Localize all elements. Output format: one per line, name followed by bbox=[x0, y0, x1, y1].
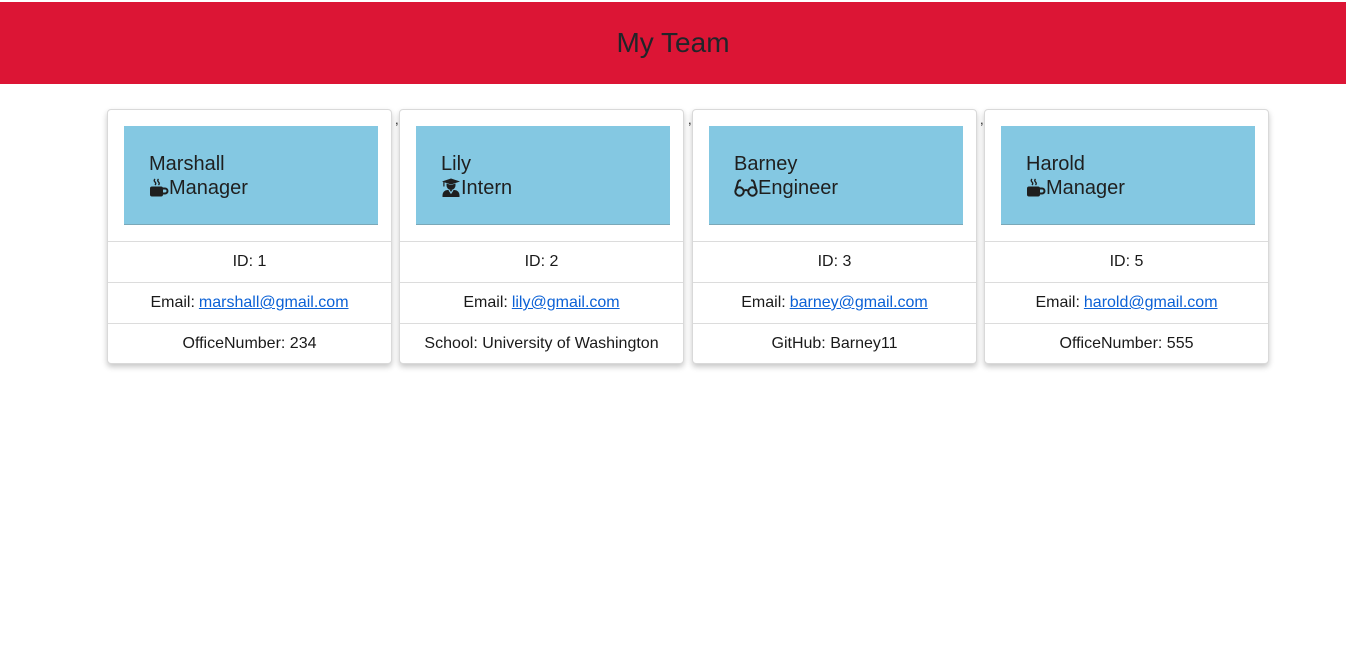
employee-role: Manager bbox=[149, 176, 378, 200]
card-header: Lily Intern bbox=[416, 126, 670, 225]
employee-id: ID: 5 bbox=[985, 241, 1268, 282]
employee-name: Marshall bbox=[149, 153, 225, 175]
employee-office-number: OfficeNumber: 555 bbox=[985, 323, 1268, 364]
employee-email-row: Email: barney@gmail.com bbox=[693, 282, 976, 323]
glasses-icon bbox=[734, 178, 758, 198]
employee-github: GitHub: Barney11 bbox=[693, 323, 976, 364]
employee-details: ID: 3 Email: barney@gmail.com GitHub: Ba… bbox=[693, 241, 976, 364]
employee-card: Marshall Manager ID: 1 Email: marshall@g… bbox=[107, 109, 392, 364]
card-header: Harold Manager bbox=[1001, 126, 1255, 225]
email-label: Email: bbox=[150, 294, 195, 311]
employee-id: ID: 2 bbox=[400, 241, 683, 282]
employee-card: Lily Intern ID: 2 Email: lily@gmail.com … bbox=[399, 109, 684, 364]
employee-name: Lily bbox=[441, 153, 472, 175]
employee-email-link[interactable]: lily@gmail.com bbox=[512, 294, 620, 312]
employee-email-link[interactable]: marshall@gmail.com bbox=[199, 294, 349, 312]
user-graduate-icon bbox=[441, 178, 461, 198]
employee-details: ID: 1 Email: marshall@gmail.com OfficeNu… bbox=[108, 241, 391, 364]
employee-role-label: Engineer bbox=[758, 177, 839, 199]
mug-hot-icon bbox=[1026, 178, 1046, 198]
page-title: My Team bbox=[616, 27, 730, 58]
employee-email-row: Email: marshall@gmail.com bbox=[108, 282, 391, 323]
employee-role: Engineer bbox=[734, 176, 963, 200]
employee-office-number: OfficeNumber: 234 bbox=[108, 323, 391, 364]
employee-email-link[interactable]: barney@gmail.com bbox=[790, 294, 928, 312]
team-cards: Marshall Manager ID: 1 Email: marshall@g… bbox=[107, 109, 1272, 367]
email-label: Email: bbox=[741, 294, 786, 311]
employee-school: School: University of Washington bbox=[400, 323, 683, 364]
employee-role-label: Intern bbox=[461, 177, 513, 199]
email-label: Email: bbox=[1035, 294, 1080, 311]
employee-role: Manager bbox=[1026, 176, 1255, 200]
employee-role-label: Manager bbox=[1046, 177, 1125, 199]
employee-name: Barney bbox=[734, 153, 798, 175]
employee-role-label: Manager bbox=[169, 177, 248, 199]
employee-card: Harold Manager ID: 5 Email: harold@gmail… bbox=[984, 109, 1269, 364]
mug-hot-icon bbox=[149, 178, 169, 198]
employee-role: Intern bbox=[441, 176, 670, 200]
page-header: My Team bbox=[0, 2, 1346, 84]
employee-name: Harold bbox=[1026, 153, 1085, 175]
card-header: Marshall Manager bbox=[124, 126, 378, 225]
email-label: Email: bbox=[463, 294, 508, 311]
employee-id: ID: 3 bbox=[693, 241, 976, 282]
employee-details: ID: 5 Email: harold@gmail.com OfficeNumb… bbox=[985, 241, 1268, 364]
employee-details: ID: 2 Email: lily@gmail.com School: Univ… bbox=[400, 241, 683, 364]
employee-email-row: Email: harold@gmail.com bbox=[985, 282, 1268, 323]
employee-id: ID: 1 bbox=[108, 241, 391, 282]
employee-email-row: Email: lily@gmail.com bbox=[400, 282, 683, 323]
employee-card: Barney Engineer ID: 3 Email: barney@gmai… bbox=[692, 109, 977, 364]
card-header: Barney Engineer bbox=[709, 126, 963, 225]
employee-email-link[interactable]: harold@gmail.com bbox=[1084, 294, 1218, 312]
